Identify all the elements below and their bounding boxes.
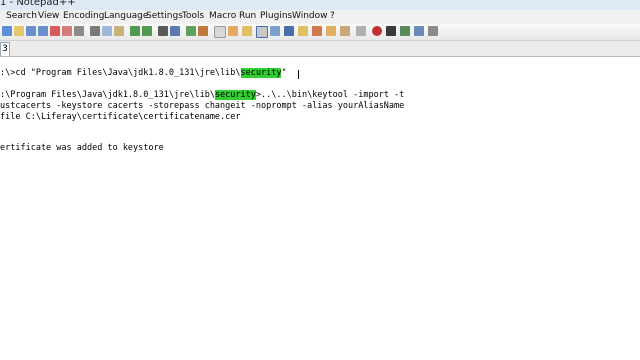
print-icon[interactable] — [74, 26, 84, 36]
menu-view[interactable]: View — [38, 11, 59, 21]
editor-line-4: file C:\Liferay\certificate\certificaten… — [0, 112, 241, 122]
zoom-out-icon[interactable] — [198, 26, 208, 36]
menu-window[interactable]: Window — [292, 11, 328, 21]
menu-language[interactable]: Language — [104, 11, 148, 21]
function-list-icon[interactable] — [312, 26, 322, 36]
zoom-in-icon[interactable] — [186, 26, 196, 36]
menu-macro[interactable]: Macro — [209, 11, 236, 21]
sync-horizontal-icon[interactable] — [228, 26, 238, 36]
editor-line-1: :\>cd "Program Files\Java\jdk1.8.0_131\j… — [0, 67, 287, 79]
copy-icon[interactable] — [102, 26, 112, 36]
menu-search[interactable]: Search — [6, 11, 37, 21]
editor-line-5: ertificate was added to keystore — [0, 143, 164, 153]
window-title: 1 - Notepad++ — [0, 0, 76, 8]
save-all-icon[interactable] — [38, 26, 48, 36]
menu-encoding[interactable]: Encoding — [63, 11, 104, 21]
play-macro-icon[interactable] — [386, 26, 396, 36]
menu-run[interactable]: Run — [239, 11, 256, 21]
close-icon[interactable] — [50, 26, 60, 36]
menu-help[interactable]: ? — [330, 11, 335, 21]
menu-bar: Search View Encoding Language Settings T… — [0, 10, 640, 24]
doc-map-icon[interactable] — [298, 26, 308, 36]
undo-icon[interactable] — [130, 26, 140, 36]
line-2-tail: >..\..\bin\keytool -import -t — [255, 90, 405, 100]
title-bar: 1 - Notepad++ — [0, 0, 640, 10]
save-macro-icon[interactable] — [414, 26, 424, 36]
close-all-icon[interactable] — [62, 26, 72, 36]
toolbar — [0, 24, 640, 41]
folder-workspace-icon[interactable] — [326, 26, 336, 36]
cut-icon[interactable] — [90, 26, 100, 36]
sync-vertical-icon[interactable] — [214, 26, 226, 38]
new-file-icon[interactable] — [2, 26, 12, 36]
text-cursor — [298, 70, 299, 79]
paste-icon[interactable] — [114, 26, 124, 36]
stop-record-icon[interactable] — [372, 26, 382, 36]
menu-plugins[interactable]: Plugins — [260, 11, 292, 21]
open-file-icon[interactable] — [14, 26, 24, 36]
menu-tools[interactable]: Tools — [182, 11, 204, 21]
show-all-chars-icon[interactable] — [256, 26, 268, 38]
find-icon[interactable] — [158, 26, 168, 36]
play-multiple-icon[interactable] — [400, 26, 410, 36]
line-1-text: :\>cd "Program Files\Java\jdk1.8.0_131\j… — [0, 68, 241, 78]
line-1-highlight: security — [240, 68, 282, 78]
replace-icon[interactable] — [170, 26, 180, 36]
line-2-text: :\Program Files\Java\jdk1.8.0_131\jre\li… — [0, 90, 215, 100]
redo-icon[interactable] — [142, 26, 152, 36]
menu-settings[interactable]: Settings — [146, 11, 183, 21]
line-1-tail: " — [281, 68, 287, 78]
tab-document[interactable]: 3 — [0, 42, 10, 56]
word-wrap-icon[interactable] — [242, 26, 252, 36]
record-macro-icon[interactable] — [356, 26, 366, 36]
tab-bar: 3 — [0, 41, 640, 57]
run-icon[interactable] — [428, 26, 438, 36]
indent-guide-icon[interactable] — [270, 26, 280, 36]
line-2-highlight: security — [214, 90, 256, 100]
save-icon[interactable] — [26, 26, 36, 36]
user-lang-icon[interactable] — [284, 26, 294, 36]
monitoring-icon[interactable] — [340, 26, 350, 36]
